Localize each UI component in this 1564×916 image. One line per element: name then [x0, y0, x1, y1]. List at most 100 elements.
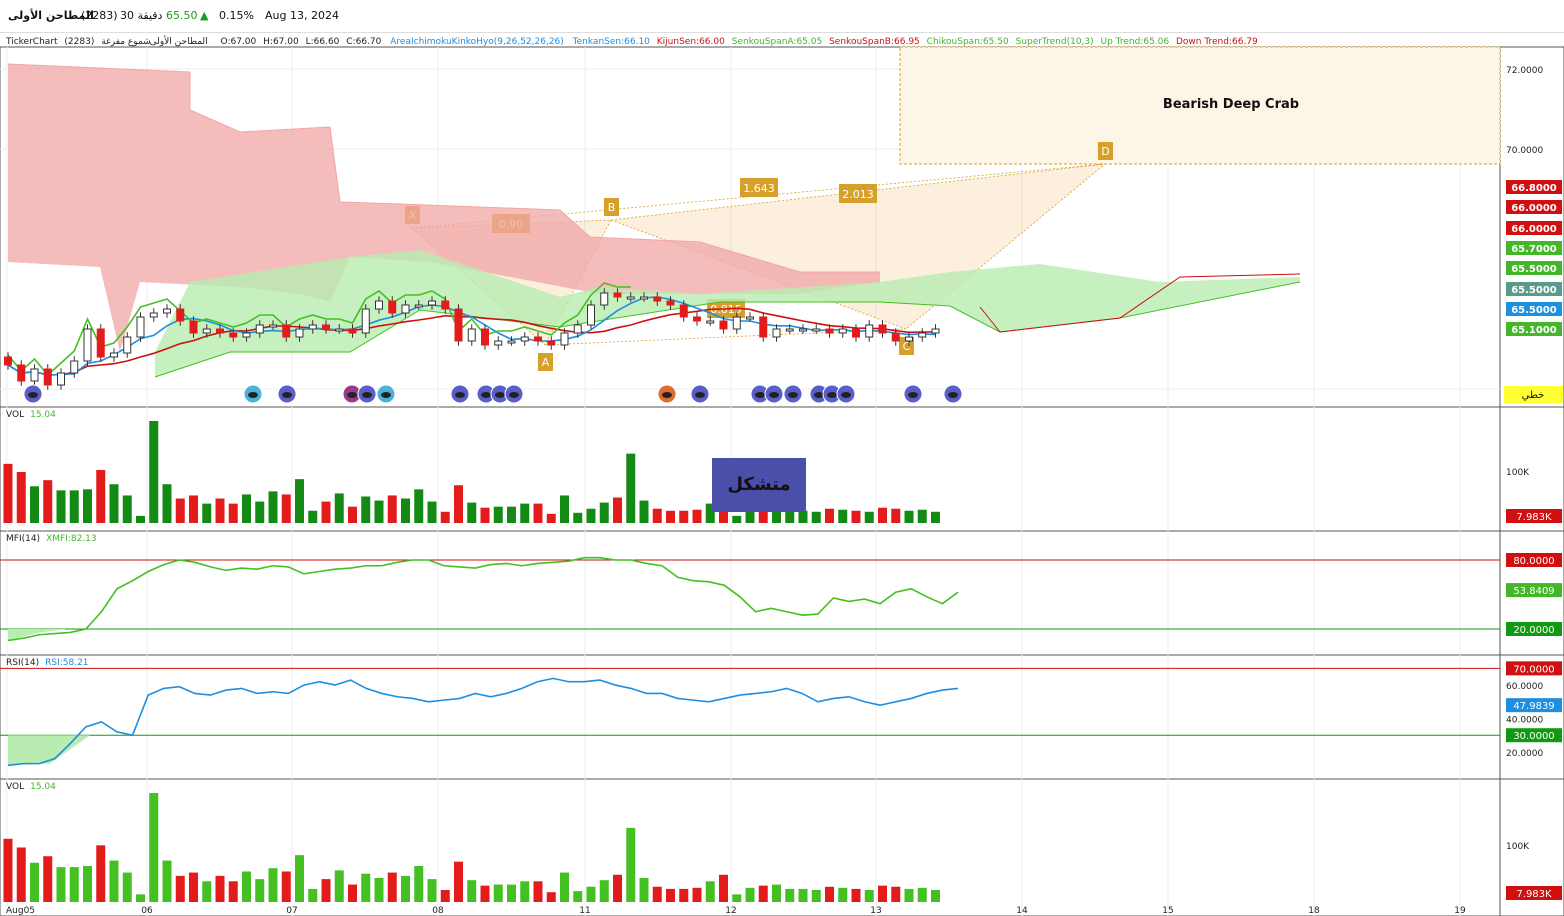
candle-body	[812, 328, 821, 332]
candle-body	[534, 336, 542, 342]
change-percent: 0.15%	[219, 9, 254, 22]
vol-volume-bar	[666, 510, 675, 523]
vol2-volume-bar	[811, 890, 821, 902]
vol2-volume-bar	[652, 886, 662, 902]
brand-label: TickerChart	[5, 37, 58, 47]
mfi-label: MFI(14)	[6, 534, 40, 544]
vol2-volume-bar	[440, 890, 450, 902]
price-axis-badge-text: 65.5000	[1511, 285, 1557, 296]
vol2-volume-bar	[69, 867, 79, 902]
vol2-volume-bar	[878, 885, 887, 902]
vol2-volume-bar	[480, 885, 490, 902]
candle-body	[706, 320, 715, 324]
vol2-volume-bar	[215, 875, 225, 902]
price-axis-badge-text: 65.5000	[1511, 264, 1557, 275]
candle-body	[732, 316, 741, 330]
vol2-volume-bar	[705, 881, 715, 902]
spanB-label: SenkouSpanB:66.95	[829, 37, 920, 47]
candle-body	[481, 328, 489, 346]
vol-volume-bar	[599, 502, 609, 523]
interval[interactable]: 30 دقيقة	[120, 9, 162, 22]
vol2-volume-bar	[228, 881, 238, 902]
vol-volume-bar	[228, 503, 238, 523]
style-button-label[interactable]: خطي	[1522, 390, 1545, 401]
vol-volume-bar	[16, 472, 26, 523]
bull-bear-shape-icon	[381, 392, 391, 398]
vol-volume-bar	[917, 509, 927, 523]
candle-body	[653, 296, 662, 302]
candle-body	[4, 356, 12, 366]
vol-volume-bar	[454, 485, 463, 523]
candle-body	[322, 324, 330, 330]
candle-body	[587, 304, 595, 326]
x-tick-label: 12	[725, 906, 736, 916]
candle-body	[83, 328, 92, 362]
vol-volume-bar	[202, 503, 212, 523]
rsi-axis-badge-text: 47.9839	[1513, 701, 1554, 712]
vol2-tick: 100K	[1506, 842, 1530, 852]
vol-label: VOL	[6, 410, 24, 420]
vol-volume-bar	[43, 480, 53, 523]
candle-body	[547, 340, 556, 346]
vol-volume-bar	[878, 507, 887, 523]
candle-body	[746, 316, 754, 320]
vol-volume-bar	[387, 495, 397, 523]
candle-body	[17, 364, 26, 382]
candle-body	[494, 340, 503, 346]
svg-text:VOL15.04: VOL 15.04	[6, 782, 56, 792]
vol-volume-bar	[560, 495, 569, 523]
vol2-volume-bar	[719, 874, 728, 902]
mfi-axis-badge-text: 53.8409	[1513, 586, 1554, 597]
vol2-volume-bar	[175, 875, 185, 902]
candle-body	[189, 320, 198, 334]
bull-bear-shape-icon	[455, 392, 465, 398]
vol2-volume-bar	[851, 888, 861, 902]
chart-canvas[interactable]: XABCD0.901.6432.0130.815 Aug050607081112…	[0, 32, 1564, 916]
bull-bear-shape-icon	[662, 392, 672, 398]
tenkan-label: TenkanSen:66.10	[572, 37, 651, 47]
bull-bear-shape-icon	[788, 392, 798, 398]
vol-volume-bar	[281, 494, 291, 523]
vol-volume-bar	[533, 503, 543, 523]
vol2-volume-bar	[202, 881, 212, 902]
candle-body	[560, 332, 569, 346]
vol2-volume-bar	[334, 870, 344, 902]
vol2-volume-bar	[692, 887, 702, 902]
candle-body	[30, 368, 39, 382]
close-label: C:66.70	[346, 37, 381, 47]
vol-volume-bar	[480, 507, 490, 523]
vol2-volume-bar	[467, 880, 477, 902]
candle-body	[626, 296, 635, 300]
candle-body	[918, 332, 927, 338]
vol-volume-bar	[255, 501, 265, 523]
vol-volume-bar	[109, 484, 119, 523]
vol-volume-bar	[242, 494, 251, 523]
vol2-volume-bar	[758, 885, 768, 902]
x-tick-label: 18	[1308, 906, 1320, 916]
candle-body	[401, 304, 410, 314]
vol-volume-bar	[268, 491, 278, 523]
candle-body	[785, 328, 794, 332]
candle-body	[361, 308, 370, 334]
vol-volume-bar	[520, 503, 530, 523]
rsi-tick: 20.0000	[1506, 749, 1543, 759]
vol2-volume-bar	[308, 888, 318, 902]
vol-volume-bar	[321, 501, 331, 523]
vol-volume-bar	[427, 501, 437, 523]
vol-last-text: 7.983K	[1516, 512, 1552, 523]
bull-bear-shape-icon	[282, 392, 292, 398]
price-axis-badge-text: 66.0000	[1511, 203, 1557, 214]
vol2-volume-bar	[189, 872, 198, 902]
price-axis-badge-text: 66.8000	[1511, 183, 1557, 194]
x-tick-label: 06	[141, 906, 153, 916]
candle-body	[825, 328, 834, 334]
candle-body	[666, 300, 675, 306]
vol-volume-bar	[931, 511, 940, 523]
candle-body	[348, 328, 357, 334]
bull-bear-shape-icon	[347, 392, 357, 398]
candle-body	[282, 324, 291, 338]
candle-body	[573, 324, 582, 334]
vol-volume-bar	[586, 508, 596, 523]
vol-volume-bar	[679, 510, 689, 523]
vol-volume-bar	[215, 498, 225, 523]
